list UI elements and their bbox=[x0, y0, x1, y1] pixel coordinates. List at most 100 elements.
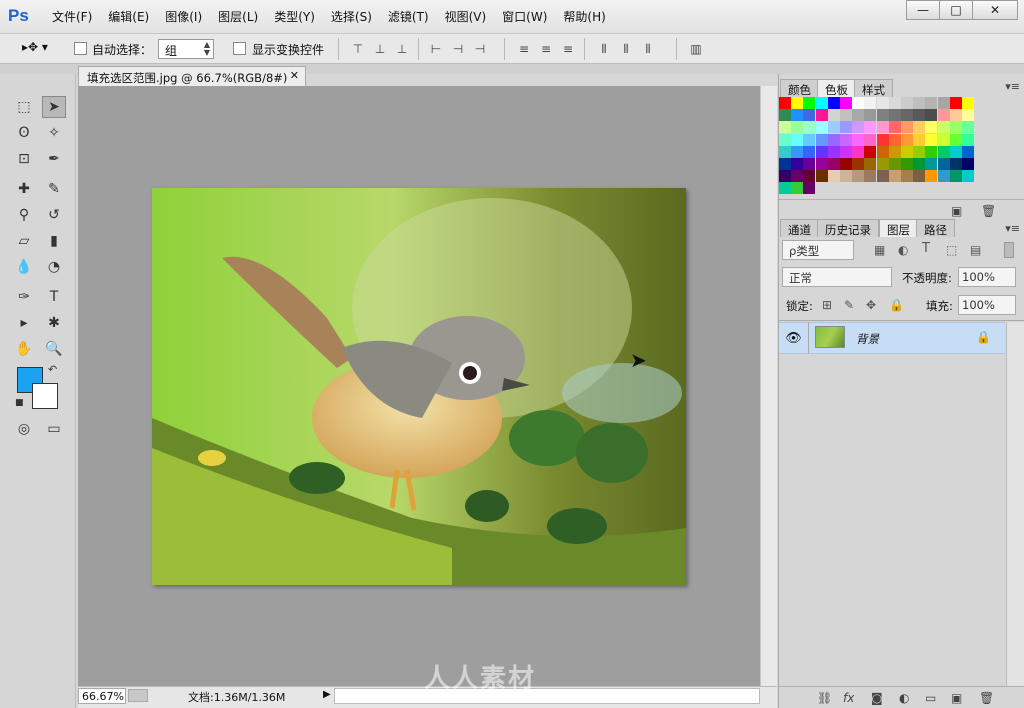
color-swatch[interactable] bbox=[962, 109, 974, 122]
hand-tool-icon[interactable]: ✋ bbox=[12, 338, 36, 360]
horizontal-scrollbar[interactable] bbox=[334, 688, 760, 704]
crop-tool-icon[interactable]: ⊡ bbox=[12, 148, 36, 170]
add-mask-icon[interactable]: ◙ bbox=[871, 691, 883, 705]
distribute-bottom-icon[interactable]: ≡ bbox=[560, 41, 576, 57]
color-swatch[interactable] bbox=[791, 158, 804, 170]
color-swatch[interactable] bbox=[888, 121, 901, 134]
color-swatch[interactable] bbox=[827, 133, 840, 146]
color-swatch[interactable] bbox=[925, 170, 938, 183]
auto-align-icon[interactable]: ▥ bbox=[688, 41, 704, 57]
menu-item[interactable]: 类型(Y) bbox=[266, 9, 323, 25]
color-swatch[interactable] bbox=[779, 121, 791, 134]
color-swatch[interactable] bbox=[876, 97, 889, 109]
color-swatch[interactable] bbox=[779, 133, 791, 146]
color-swatch[interactable] bbox=[913, 109, 926, 122]
type-filter-icon[interactable]: T bbox=[922, 241, 930, 256]
new-group-icon[interactable]: ▭ bbox=[925, 691, 936, 705]
color-swatch[interactable] bbox=[888, 158, 901, 170]
color-swatch[interactable] bbox=[815, 145, 828, 158]
lock-all-icon[interactable]: 🔒 bbox=[889, 298, 904, 312]
color-panel-tab[interactable]: 颜色 bbox=[780, 79, 819, 97]
layer-visibility-eye-icon[interactable]: 👁 bbox=[779, 322, 809, 354]
color-swatch[interactable] bbox=[962, 97, 974, 109]
color-swatch[interactable] bbox=[840, 170, 852, 183]
color-swatch[interactable] bbox=[791, 133, 804, 146]
color-swatch[interactable] bbox=[864, 121, 877, 134]
layer-name[interactable]: 背景 bbox=[856, 331, 879, 347]
filter-toggle-switch[interactable] bbox=[1004, 242, 1014, 258]
lock-transparent-icon[interactable]: ⊞ bbox=[822, 298, 832, 312]
align-vcenter-icon[interactable]: ⊥ bbox=[372, 41, 388, 57]
color-swatch[interactable] bbox=[803, 133, 816, 146]
color-swatch[interactable] bbox=[815, 109, 828, 122]
color-swatch[interactable] bbox=[864, 133, 877, 146]
color-swatch[interactable] bbox=[840, 158, 852, 170]
color-swatch[interactable] bbox=[962, 145, 974, 158]
blend-mode-dropdown[interactable]: 正常 bbox=[782, 267, 892, 287]
shape-filter-icon[interactable]: ⬚ bbox=[946, 243, 957, 257]
color-swatch[interactable] bbox=[876, 121, 889, 134]
color-swatch[interactable] bbox=[791, 145, 804, 158]
screen-mode-icon[interactable]: ▭ bbox=[42, 418, 66, 440]
type-tool-icon[interactable]: T bbox=[42, 286, 66, 308]
color-swatch[interactable] bbox=[815, 121, 828, 134]
marquee-tool-icon[interactable]: ⬚ bbox=[12, 96, 36, 118]
color-swatch[interactable] bbox=[779, 182, 791, 195]
color-swatch[interactable] bbox=[864, 97, 877, 109]
color-swatch[interactable] bbox=[901, 133, 913, 146]
color-swatch[interactable] bbox=[827, 145, 840, 158]
delete-swatch-icon[interactable]: 🗑 bbox=[981, 204, 996, 218]
minimize-button[interactable]: — bbox=[906, 0, 940, 20]
color-swatch[interactable] bbox=[803, 170, 816, 183]
color-swatch[interactable] bbox=[876, 109, 889, 122]
layers-panel-tab[interactable]: 通道 bbox=[780, 219, 819, 237]
color-swatch[interactable] bbox=[901, 170, 913, 183]
color-swatch[interactable] bbox=[913, 145, 926, 158]
color-swatch[interactable] bbox=[840, 133, 852, 146]
color-swatch[interactable] bbox=[925, 97, 938, 109]
color-swatch[interactable] bbox=[779, 158, 791, 170]
layer-filter-kind-dropdown[interactable]: ρ类型 bbox=[782, 240, 854, 260]
color-swatch[interactable] bbox=[876, 158, 889, 170]
gradient-tool-icon[interactable]: ▮ bbox=[42, 230, 66, 252]
color-swatch[interactable] bbox=[937, 121, 950, 134]
show-transform-checkbox[interactable] bbox=[233, 42, 246, 55]
color-swatch[interactable] bbox=[888, 170, 901, 183]
default-colors-icon[interactable]: ■ bbox=[15, 398, 24, 408]
color-swatch[interactable] bbox=[949, 145, 962, 158]
panel-menu-icon[interactable]: ▾≡ bbox=[1005, 80, 1020, 93]
color-swatch[interactable] bbox=[913, 97, 926, 109]
color-swatch[interactable] bbox=[827, 121, 840, 134]
color-swatch[interactable] bbox=[791, 170, 804, 183]
color-swatch[interactable] bbox=[949, 109, 962, 122]
color-swatch[interactable] bbox=[925, 133, 938, 146]
color-swatch[interactable] bbox=[901, 121, 913, 134]
history-brush-tool-icon[interactable]: ↺ bbox=[42, 204, 66, 226]
swap-colors-icon[interactable]: ↶ bbox=[48, 363, 57, 376]
close-button[interactable]: ✕ bbox=[972, 0, 1018, 20]
color-swatch[interactable] bbox=[815, 97, 828, 109]
dodge-tool-icon[interactable]: ◔ bbox=[42, 256, 66, 278]
color-swatch[interactable] bbox=[937, 145, 950, 158]
smart-object-filter-icon[interactable]: ▤ bbox=[970, 243, 981, 257]
document-canvas-image[interactable] bbox=[152, 188, 686, 585]
color-swatch[interactable] bbox=[864, 145, 877, 158]
fill-field[interactable]: 100% bbox=[958, 295, 1016, 315]
menu-item[interactable]: 窗口(W) bbox=[494, 9, 555, 25]
maximize-button[interactable]: □ bbox=[939, 0, 973, 20]
move-tool-icon[interactable]: ➤ bbox=[42, 96, 66, 118]
color-swatch[interactable] bbox=[827, 170, 840, 183]
panel-menu-icon[interactable]: ▾≡ bbox=[1005, 222, 1020, 235]
color-swatch[interactable] bbox=[888, 97, 901, 109]
menu-item[interactable]: 图层(L) bbox=[210, 9, 266, 25]
blur-tool-icon[interactable]: 💧 bbox=[12, 256, 36, 278]
color-swatch[interactable] bbox=[852, 133, 865, 146]
menu-item[interactable]: 编辑(E) bbox=[100, 9, 157, 25]
color-swatch[interactable] bbox=[840, 121, 852, 134]
color-swatch[interactable] bbox=[962, 121, 974, 134]
color-swatch[interactable] bbox=[925, 109, 938, 122]
color-swatch[interactable] bbox=[925, 145, 938, 158]
color-swatch[interactable] bbox=[876, 145, 889, 158]
color-swatch[interactable] bbox=[937, 109, 950, 122]
color-swatch[interactable] bbox=[864, 109, 877, 122]
